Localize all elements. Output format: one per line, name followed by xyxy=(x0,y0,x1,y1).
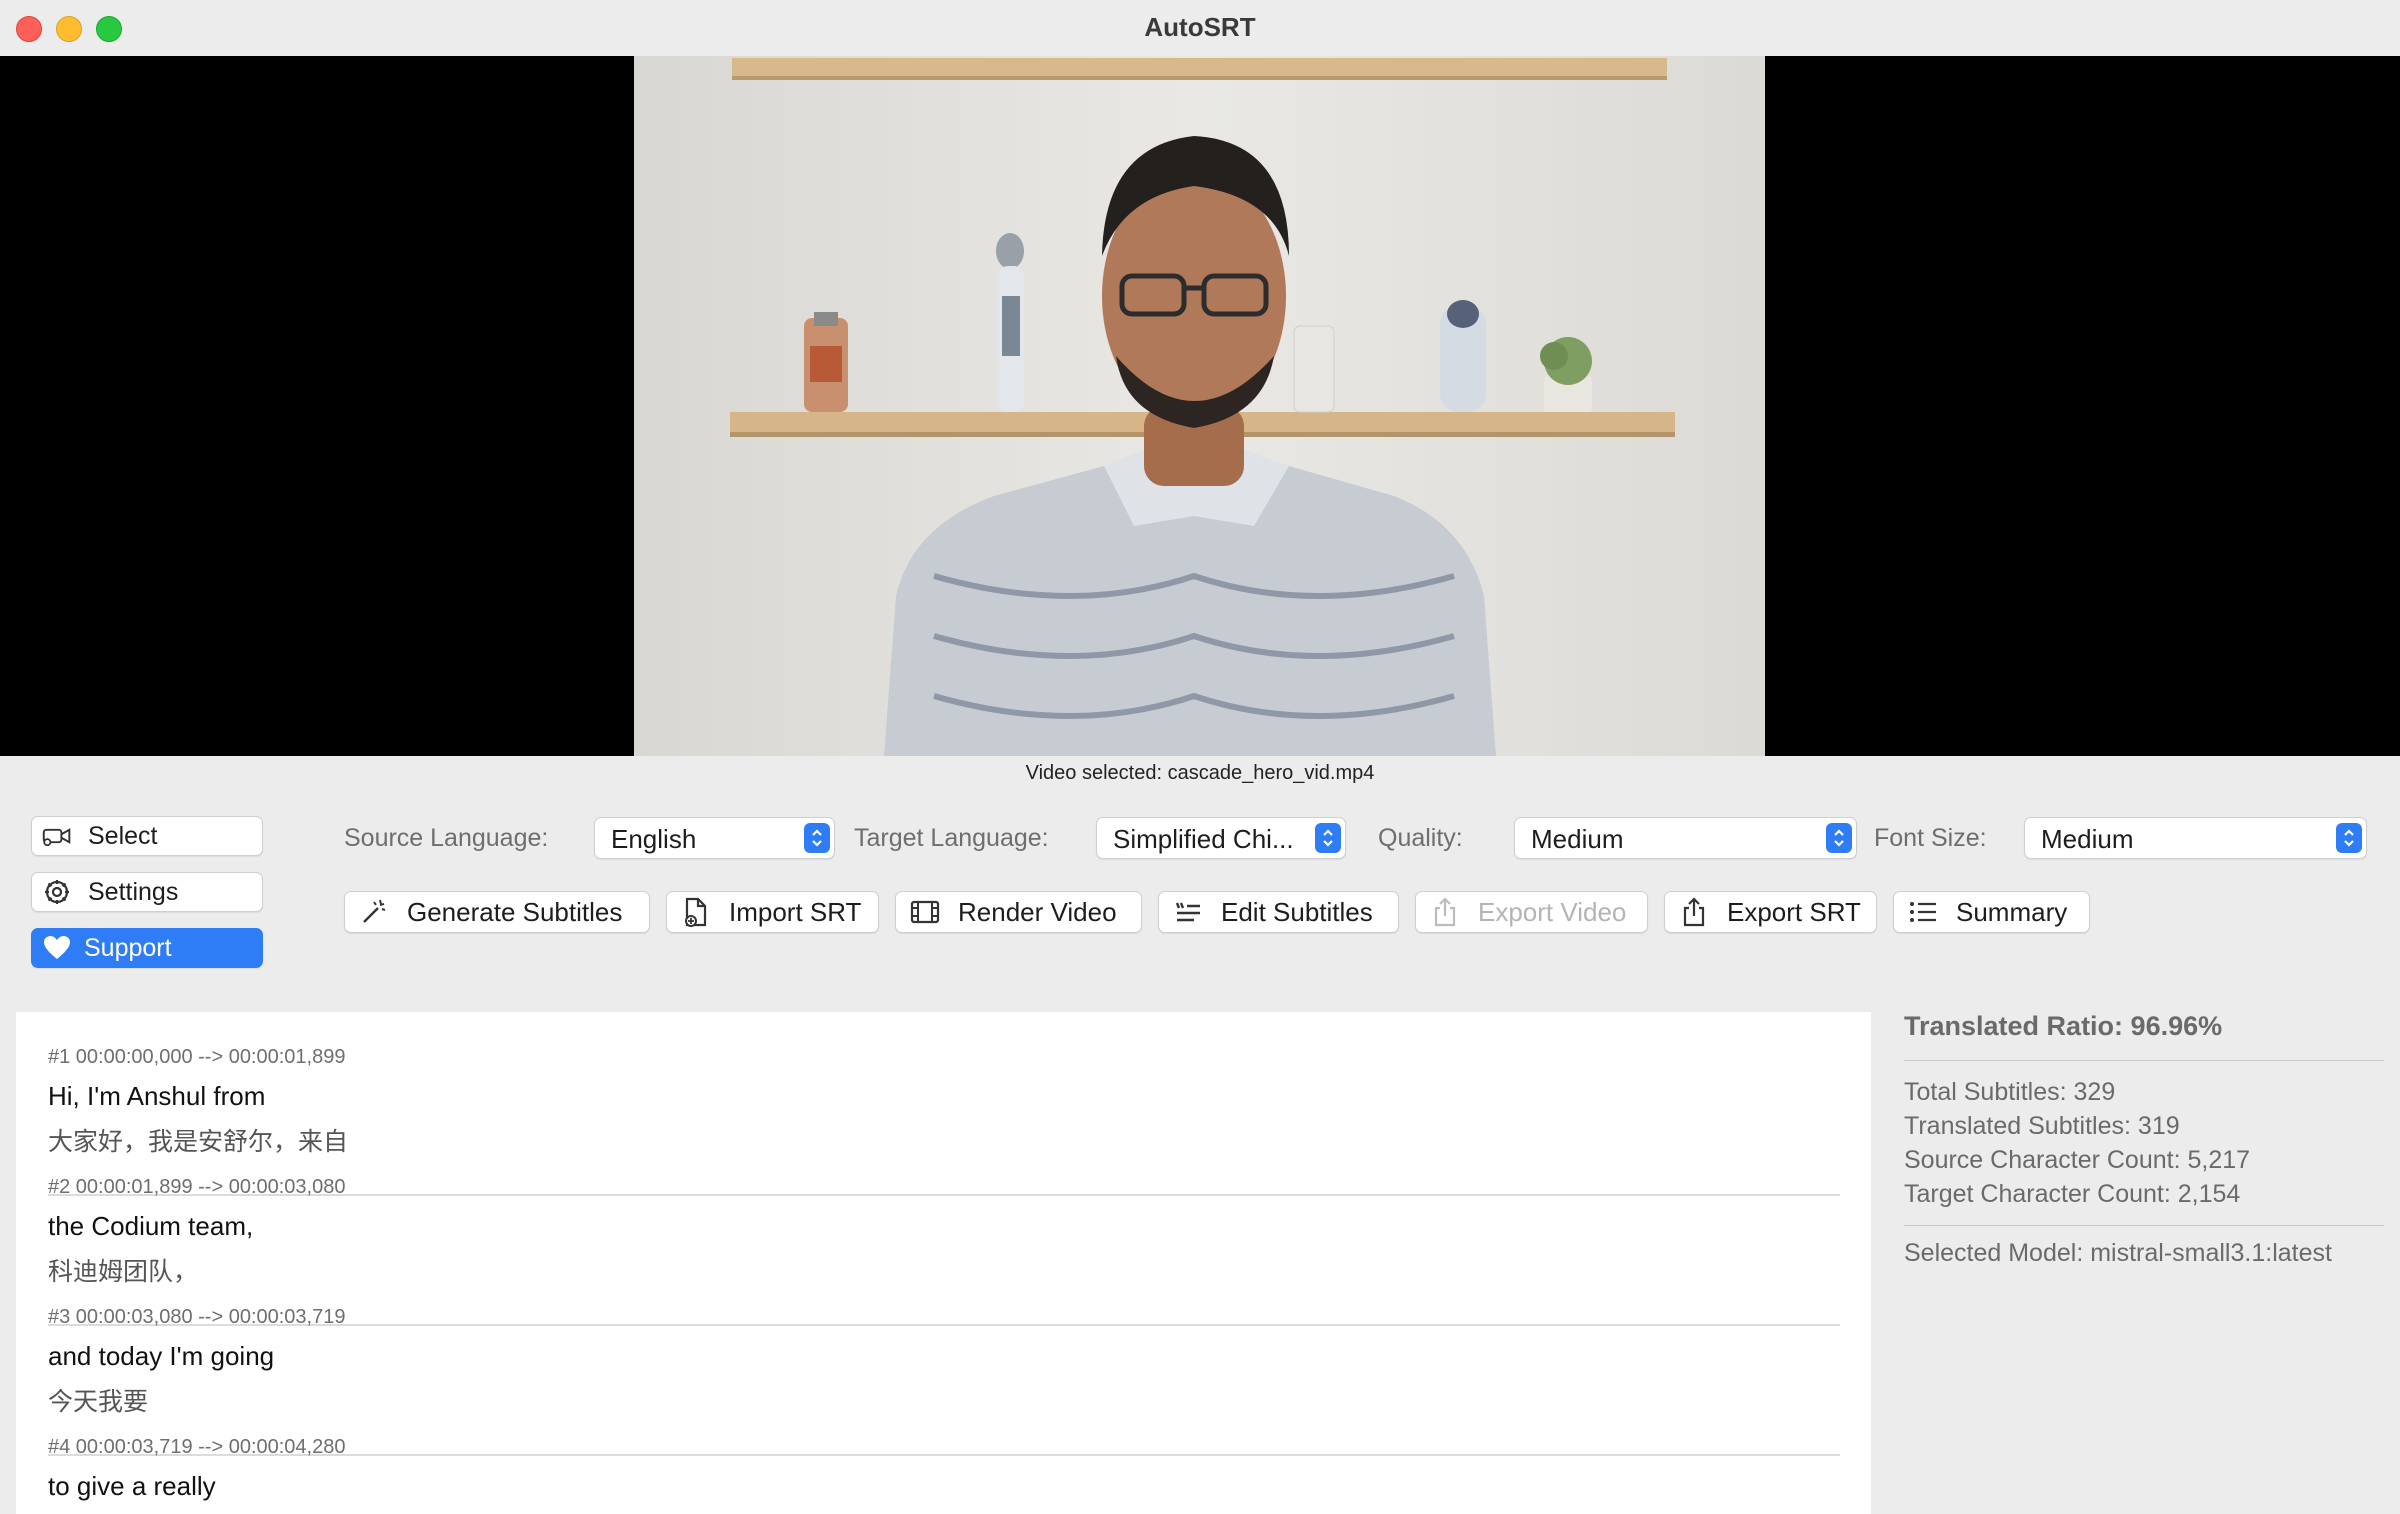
target-language-select[interactable]: Simplified Chi... xyxy=(1096,817,1346,859)
translated-ratio: Translated Ratio: 96.96% xyxy=(1904,1011,2223,1041)
video-player[interactable] xyxy=(0,56,2400,756)
title-bar: AutoSRT xyxy=(0,0,2400,57)
subtitle-source-text: Hi, I'm Anshul from xyxy=(48,1081,266,1111)
quality-select[interactable]: Medium xyxy=(1514,817,1857,859)
list-icon xyxy=(1908,897,1938,927)
subtitle-entry[interactable]: #3 00:00:03,080 --> 00:00:03,719 and tod… xyxy=(48,1306,1840,1456)
source-language-value: English xyxy=(611,824,697,854)
subtitle-timestamp: #1 00:00:00,000 --> 00:00:01,899 xyxy=(48,1046,346,1068)
summary-label: Summary xyxy=(1956,896,2068,927)
subtitle-target-text: 科迪姆团队， xyxy=(48,1258,199,1286)
edit-subtitles-label: Edit Subtitles xyxy=(1221,896,1373,927)
subtitle-target-text: 大家好，我是安舒尔，来自 xyxy=(48,1128,349,1156)
divider xyxy=(1904,1060,2384,1061)
selected-model: Selected Model: mistral-small3.1:latest xyxy=(1904,1239,2332,1267)
select-button[interactable]: Select xyxy=(31,816,263,856)
font-size-value: Medium xyxy=(2041,824,2134,854)
share-icon xyxy=(1679,897,1709,927)
generate-subtitles-label: Generate Subtitles xyxy=(407,896,623,927)
subtitle-entry[interactable]: #2 00:00:01,899 --> 00:00:03,080 the Cod… xyxy=(48,1176,1840,1326)
source-language-select[interactable]: English xyxy=(594,817,835,859)
share-icon xyxy=(1430,897,1460,927)
gear-icon xyxy=(42,877,72,907)
subtitle-list[interactable]: #1 00:00:00,000 --> 00:00:01,899 Hi, I'm… xyxy=(16,1012,1871,1514)
support-button-label: Support xyxy=(84,933,172,962)
subtitle-entry[interactable]: #1 00:00:00,000 --> 00:00:01,899 Hi, I'm… xyxy=(48,1046,1840,1196)
heart-icon xyxy=(42,933,72,963)
text-quote-icon xyxy=(1173,897,1203,927)
edit-subtitles-button[interactable]: Edit Subtitles xyxy=(1158,891,1399,933)
import-srt-button[interactable]: Import SRT xyxy=(666,891,879,933)
translated-subtitles: Translated Subtitles: 319 xyxy=(1904,1112,2180,1140)
chevron-up-down-icon xyxy=(1826,823,1852,853)
subtitle-source-text: and today I'm going xyxy=(48,1341,275,1371)
chevron-up-down-icon xyxy=(1315,823,1341,853)
subtitle-entry[interactable]: #4 00:00:03,719 --> 00:00:04,280 to give… xyxy=(48,1436,1840,1512)
select-button-label: Select xyxy=(88,821,158,850)
subtitle-timestamp: #4 00:00:03,719 --> 00:00:04,280 xyxy=(48,1436,346,1458)
settings-button[interactable]: Settings xyxy=(31,872,263,912)
render-video-button[interactable]: Render Video xyxy=(895,891,1142,933)
video-camera-icon xyxy=(42,821,72,851)
quality-label: Quality: xyxy=(1378,824,1463,852)
window-title: AutoSRT xyxy=(1144,12,1256,42)
export-srt-button[interactable]: Export SRT xyxy=(1664,891,1877,933)
stats-panel: Translated Ratio: 96.96% Total Subtitles… xyxy=(1904,1011,2384,1270)
subtitle-source-text: to give a really xyxy=(48,1471,216,1501)
target-character-count: Target Character Count: 2,154 xyxy=(1904,1180,2241,1208)
subtitle-timestamp: #2 00:00:01,899 --> 00:00:03,080 xyxy=(48,1176,346,1198)
font-size-select[interactable]: Medium xyxy=(2024,817,2367,859)
import-srt-label: Import SRT xyxy=(729,896,862,927)
render-video-label: Render Video xyxy=(958,896,1117,927)
subtitle-timestamp: #3 00:00:03,080 --> 00:00:03,719 xyxy=(48,1306,346,1328)
generate-subtitles-button[interactable]: Generate Subtitles xyxy=(344,891,650,933)
subtitle-source-text: the Codium team, xyxy=(48,1211,254,1241)
target-language-label: Target Language: xyxy=(854,824,1049,852)
chevron-up-down-icon xyxy=(804,823,830,853)
total-subtitles: Total Subtitles: 329 xyxy=(1904,1078,2116,1106)
font-size-label: Font Size: xyxy=(1874,824,1987,852)
magic-wand-icon xyxy=(359,897,389,927)
video-frame xyxy=(634,56,1765,756)
support-button[interactable]: Support xyxy=(31,928,263,968)
video-selected-caption: Video selected: cascade_hero_vid.mp4 xyxy=(1025,762,1375,784)
target-language-value: Simplified Chi... xyxy=(1113,824,1294,854)
subtitle-target-text: 今天我要 xyxy=(48,1388,149,1416)
chevron-up-down-icon xyxy=(2336,823,2362,853)
divider xyxy=(1904,1225,2384,1226)
source-language-label: Source Language: xyxy=(344,824,549,852)
settings-button-label: Settings xyxy=(88,877,179,906)
export-video-button[interactable]: Export Video xyxy=(1415,891,1648,933)
export-srt-label: Export SRT xyxy=(1727,896,1861,927)
source-character-count: Source Character Count: 5,217 xyxy=(1904,1146,2251,1174)
summary-button[interactable]: Summary xyxy=(1893,891,2090,933)
film-icon xyxy=(910,897,940,927)
quality-value: Medium xyxy=(1531,824,1624,854)
document-add-icon xyxy=(681,897,711,927)
export-video-label: Export Video xyxy=(1478,896,1627,927)
